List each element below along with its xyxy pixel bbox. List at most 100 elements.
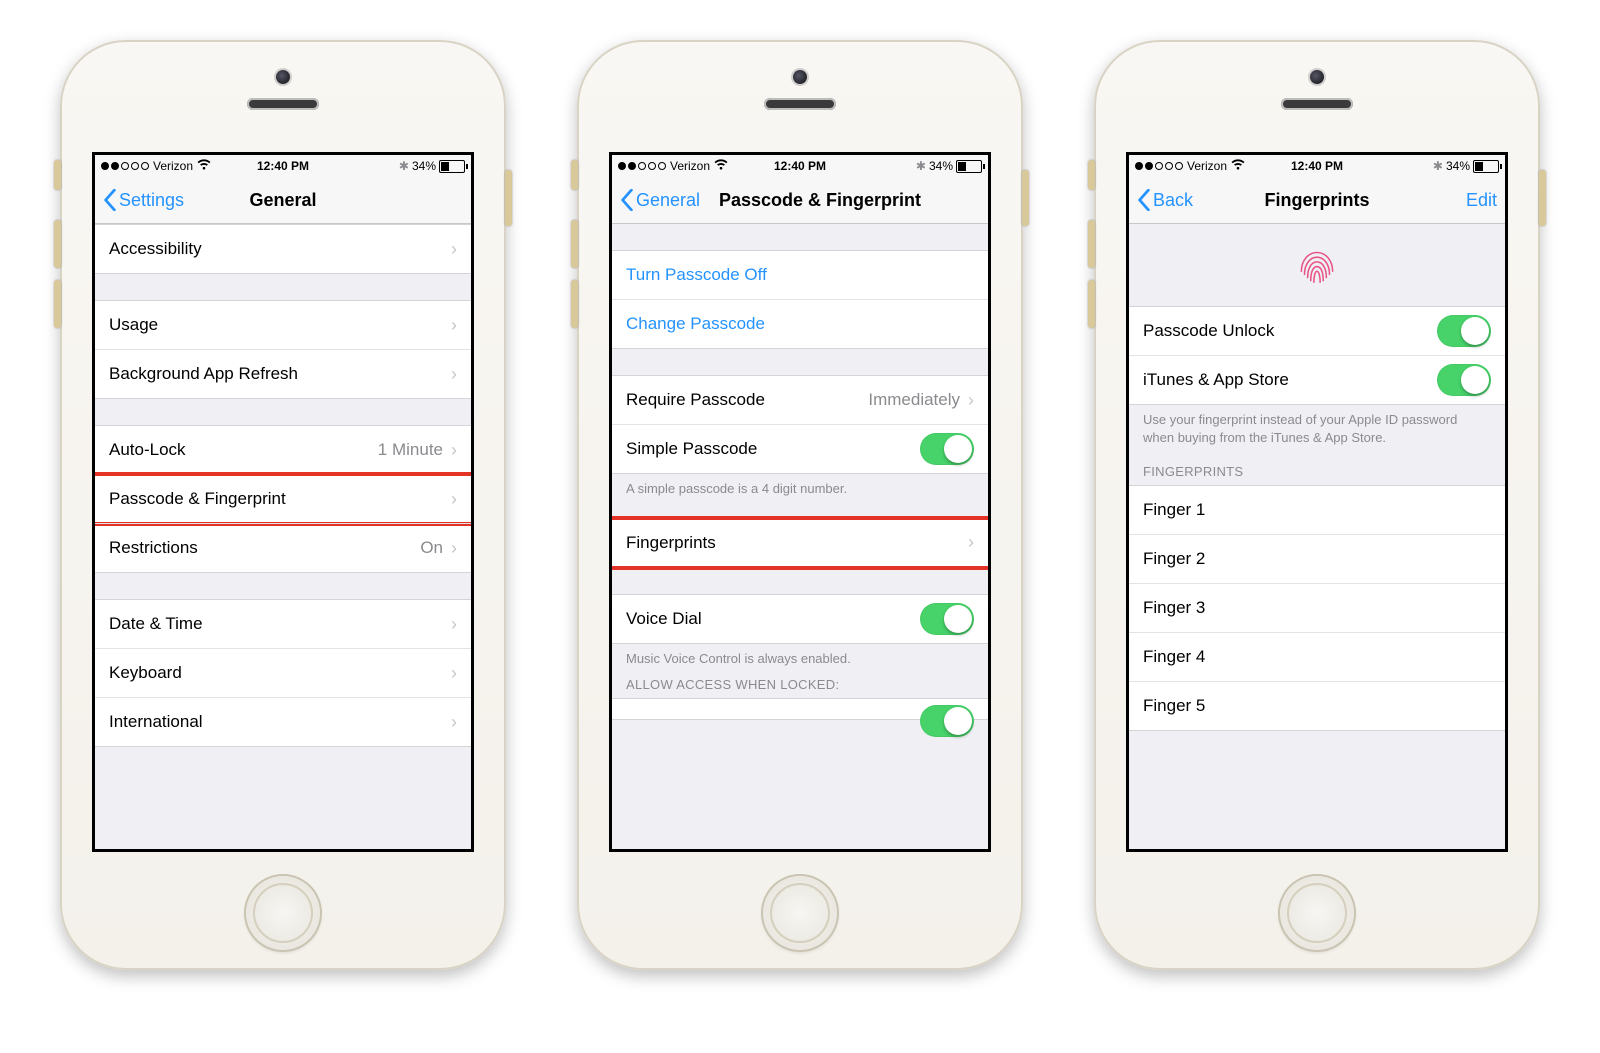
volume-up — [571, 220, 578, 268]
settings-body[interactable]: Passcode Unlock iTunes & App Store Use y… — [1129, 224, 1505, 850]
mute-switch — [54, 160, 61, 190]
row-voice-dial[interactable]: Voice Dial — [612, 595, 988, 643]
status-time: 12:40 PM — [95, 159, 471, 173]
row-simple-passcode[interactable]: Simple Passcode — [612, 424, 988, 473]
battery-icon — [956, 160, 982, 173]
front-camera — [276, 70, 290, 84]
row-require-passcode[interactable]: Require Passcode Immediately › — [612, 376, 988, 424]
mute-switch — [1088, 160, 1095, 190]
row-change-passcode[interactable]: Change Passcode — [612, 299, 988, 348]
nav-bar: Settings General — [95, 177, 471, 224]
status-time: 12:40 PM — [612, 159, 988, 173]
toggle-on[interactable] — [1437, 315, 1491, 347]
row-label: Date & Time — [109, 614, 203, 634]
row-international[interactable]: International › — [95, 697, 471, 746]
nav-bar: Back Fingerprints Edit — [1129, 177, 1505, 224]
row-label: Usage — [109, 315, 158, 335]
front-camera — [793, 70, 807, 84]
row-finger[interactable]: Finger 1 — [1129, 486, 1505, 534]
row-label: Auto-Lock — [109, 440, 186, 460]
row-value: On — [420, 538, 443, 558]
edit-button[interactable]: Edit — [1466, 190, 1497, 211]
row-label: Fingerprints — [626, 533, 716, 553]
row-usage[interactable]: Usage › — [95, 301, 471, 349]
row-passcode-unlock[interactable]: Passcode Unlock — [1129, 307, 1505, 355]
status-bar: Verizon 12:40 PM ✱ 34% — [612, 155, 988, 177]
home-button[interactable] — [1280, 876, 1354, 950]
row-value: 1 Minute — [378, 440, 443, 460]
back-button[interactable]: Settings — [103, 189, 184, 211]
chevron-right-icon: › — [968, 390, 974, 411]
row-label: Voice Dial — [626, 609, 702, 629]
row-label: Keyboard — [109, 663, 182, 683]
volume-up — [1088, 220, 1095, 268]
battery-icon — [439, 160, 465, 173]
row-label: International — [109, 712, 203, 732]
group-footer: A simple passcode is a 4 digit number. — [612, 474, 988, 502]
earpiece — [1281, 98, 1353, 110]
row-label: Passcode Unlock — [1143, 321, 1274, 341]
row-finger[interactable]: Finger 5 — [1129, 681, 1505, 730]
row-label: Accessibility — [109, 239, 202, 259]
power-button — [505, 170, 512, 226]
toggle-on[interactable] — [920, 705, 974, 737]
row-passcode-fingerprint[interactable]: Passcode & Fingerprint › — [95, 474, 471, 523]
toggle-on[interactable] — [920, 603, 974, 635]
toggle-on[interactable] — [1437, 364, 1491, 396]
toggle-on[interactable] — [920, 433, 974, 465]
row-label: Require Passcode — [626, 390, 765, 410]
row-restrictions[interactable]: Restrictions On › — [95, 523, 471, 572]
screen-2: Verizon 12:40 PM ✱ 34% General Passcode … — [609, 152, 991, 852]
home-button[interactable] — [246, 876, 320, 950]
row-finger[interactable]: Finger 2 — [1129, 534, 1505, 583]
row-auto-lock[interactable]: Auto-Lock 1 Minute › — [95, 426, 471, 474]
group-header: FINGERPRINTS — [1129, 450, 1505, 485]
volume-down — [54, 280, 61, 328]
row-label: iTunes & App Store — [1143, 370, 1289, 390]
row-turn-passcode-off[interactable]: Turn Passcode Off — [612, 251, 988, 299]
row-fingerprints[interactable]: Fingerprints › — [612, 519, 988, 567]
row-finger[interactable]: Finger 3 — [1129, 583, 1505, 632]
row-keyboard[interactable]: Keyboard › — [95, 648, 471, 697]
screen-3: Verizon 12:40 PM ✱ 34% Back Fingerprints… — [1126, 152, 1508, 852]
row-date-time[interactable]: Date & Time › — [95, 600, 471, 648]
group-header: ALLOW ACCESS WHEN LOCKED: — [612, 671, 988, 698]
back-label: Back — [1153, 190, 1193, 211]
chevron-right-icon: › — [451, 315, 457, 336]
volume-up — [54, 220, 61, 268]
row-label: Finger 4 — [1143, 647, 1205, 667]
status-bar: Verizon 12:40 PM ✱ 34% — [95, 155, 471, 177]
fingerprint-icon — [1292, 240, 1342, 290]
row-label: Passcode & Fingerprint — [109, 489, 286, 509]
chevron-right-icon: › — [451, 663, 457, 684]
volume-down — [1088, 280, 1095, 328]
settings-body[interactable]: Accessibility › Usage › Background App R… — [95, 224, 471, 850]
chevron-right-icon: › — [451, 614, 457, 635]
screen-1: Verizon 12:40 PM ✱ 34% Settings General … — [92, 152, 474, 852]
chevron-right-icon: › — [451, 440, 457, 461]
back-button[interactable]: Back — [1137, 189, 1193, 211]
row-itunes-app-store[interactable]: iTunes & App Store — [1129, 355, 1505, 404]
front-camera — [1310, 70, 1324, 84]
row-accessibility[interactable]: Accessibility › — [95, 225, 471, 273]
earpiece — [247, 98, 319, 110]
back-button[interactable]: General — [620, 189, 700, 211]
battery-icon — [1473, 160, 1499, 173]
status-bar: Verizon 12:40 PM ✱ 34% — [1129, 155, 1505, 177]
row-finger[interactable]: Finger 4 — [1129, 632, 1505, 681]
phone-frame-2: Verizon 12:40 PM ✱ 34% General Passcode … — [577, 40, 1023, 970]
status-time: 12:40 PM — [1129, 159, 1505, 173]
group-footer: Use your fingerprint instead of your App… — [1129, 405, 1505, 450]
stage: Verizon 12:40 PM ✱ 34% Settings General … — [0, 0, 1600, 1053]
settings-body[interactable]: Turn Passcode Off Change Passcode Requir… — [612, 224, 988, 850]
home-button[interactable] — [763, 876, 837, 950]
chevron-right-icon: › — [451, 364, 457, 385]
row-label: Background App Refresh — [109, 364, 298, 384]
row-label: Change Passcode — [626, 314, 765, 334]
row-background-app-refresh[interactable]: Background App Refresh › — [95, 349, 471, 398]
chevron-right-icon: › — [451, 489, 457, 510]
earpiece — [764, 98, 836, 110]
fingerprint-header — [1129, 224, 1505, 306]
row-label: Turn Passcode Off — [626, 265, 767, 285]
row-label: Simple Passcode — [626, 439, 757, 459]
